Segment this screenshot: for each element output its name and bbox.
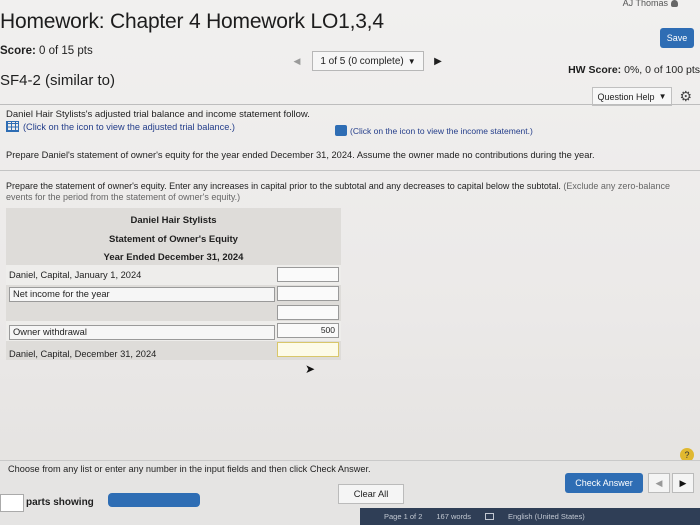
hw-score-label: HW Score: (568, 64, 622, 76)
divider (0, 104, 700, 105)
income-statement-link[interactable]: (Click on the icon to view the income st… (335, 125, 533, 136)
save-button[interactable]: Save (660, 28, 694, 48)
amount-input[interactable]: 500 (277, 323, 339, 338)
status-bar: Page 1 of 2 167 words English (United St… (360, 508, 700, 525)
instruction-main: Prepare the statement of owner's equity.… (6, 181, 561, 191)
gear-icon[interactable]: ⚙ (679, 88, 692, 105)
question-intro: Daniel Hair Stylists's adjusted trial ba… (6, 109, 310, 120)
question-select-value: 1 of 5 (0 complete) (320, 55, 404, 67)
statement-period: Year Ended December 31, 2024 (103, 252, 244, 263)
hw-score-value: 0%, 0 of 100 pts (624, 64, 700, 76)
parts-showing-label: parts showing (26, 497, 94, 508)
score-label: Score: (0, 45, 36, 57)
language: English (United States) (507, 512, 585, 521)
row-label: Daniel, Capital, December 31, 2024 (9, 349, 157, 359)
question-id: SF4-2 (similar to) (0, 72, 116, 89)
statement-table: Daniel Hair Stylists Statement of Owner'… (6, 208, 341, 360)
page-count: Page 1 of 2 (384, 512, 423, 521)
next-arrow-icon[interactable]: ▶ (672, 473, 694, 493)
row-label-select[interactable]: Owner withdrawal (9, 325, 275, 340)
next-question-icon[interactable]: ▶ (430, 56, 446, 67)
total-input[interactable] (277, 342, 339, 357)
page-title: Homework: Chapter 4 Homework LO1,3,4 (0, 10, 384, 33)
subtotal-input[interactable] (277, 305, 339, 320)
hw-score: HW Score: 0%, 0 of 100 pts (568, 64, 700, 76)
instructions: Prepare the statement of owner's equity.… (6, 181, 696, 203)
row-label-select[interactable]: Net income for the year (9, 287, 275, 302)
mouse-cursor-icon: ➤ (305, 362, 316, 376)
page: AJ Thomas Homework: Chapter 4 Homework L… (0, 0, 700, 525)
income-statement-link-text: (Click on the icon to view the income st… (350, 125, 533, 136)
progress-bar (108, 493, 200, 507)
spreadsheet-icon[interactable] (6, 121, 19, 132)
question-nav: ◀ 1 of 5 (0 complete) ▼ ▶ (288, 51, 446, 71)
chevron-down-icon: ▼ (658, 92, 667, 101)
user-name-text: AJ Thomas (622, 0, 668, 8)
chevron-down-icon: ▼ (407, 56, 416, 66)
parts-box (0, 494, 24, 512)
score-value: 0 of 15 pts (39, 45, 93, 57)
statement-name: Statement of Owner's Equity (109, 234, 238, 245)
previous-question-icon[interactable]: ◀ (288, 56, 306, 67)
question-task: Prepare Daniel's statement of owner's eq… (6, 150, 595, 160)
score: Score: 0 of 15 pts (0, 45, 93, 57)
row-label: Daniel, Capital, January 1, 2024 (9, 270, 142, 280)
clear-all-button[interactable]: Clear All (338, 484, 404, 504)
trial-balance-link[interactable]: (Click on the icon to view the adjusted … (6, 121, 235, 132)
question-help-label: Question Help (597, 91, 655, 102)
previous-arrow-icon[interactable]: ◀ (648, 473, 670, 493)
footer-instructions: Choose from any list or enter any number… (8, 464, 371, 474)
document-icon[interactable] (335, 125, 347, 136)
amount-input[interactable] (277, 267, 339, 282)
user-name[interactable]: AJ Thomas (623, 0, 678, 8)
user-icon (671, 0, 678, 8)
amount-input[interactable] (277, 286, 339, 301)
proofing-icon (484, 513, 494, 520)
trial-balance-link-text: (Click on the icon to view the adjusted … (23, 121, 235, 132)
statement-company: Daniel Hair Stylists (130, 215, 217, 226)
check-answer-button[interactable]: Check Answer (565, 473, 643, 493)
divider (0, 170, 700, 171)
word-count: 167 words (436, 512, 471, 521)
question-select[interactable]: 1 of 5 (0 complete) ▼ (312, 51, 424, 71)
